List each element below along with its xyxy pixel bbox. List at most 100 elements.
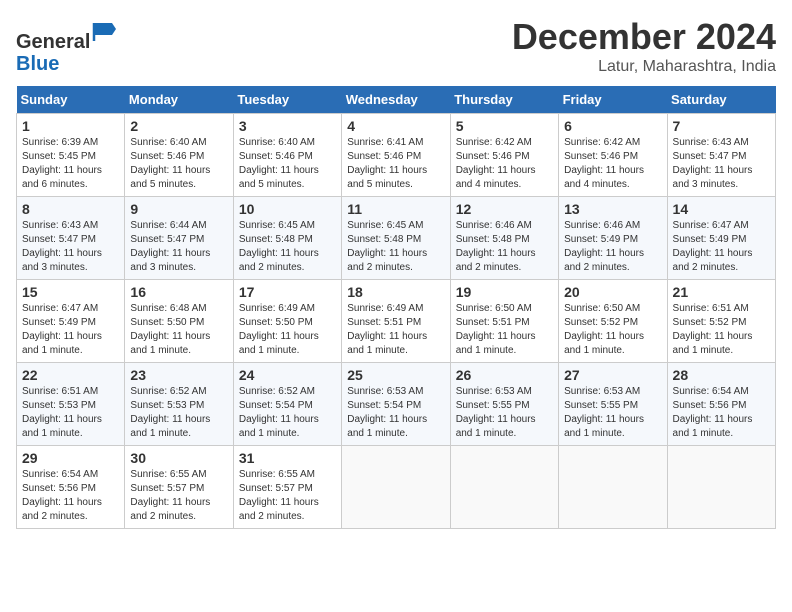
location: Latur, Maharashtra, India bbox=[512, 58, 776, 76]
calendar-week-row: 15 Sunrise: 6:47 AM Sunset: 5:49 PM Dayli… bbox=[17, 280, 776, 363]
logo-general: General bbox=[16, 31, 90, 53]
calendar-cell: 28Sunrise: 6:54 AM Sunset: 5:56 PM Dayli… bbox=[667, 363, 775, 446]
month-title: December 2024 bbox=[512, 16, 776, 58]
day-number: 11 bbox=[347, 201, 444, 217]
calendar-cell: 15 Sunrise: 6:47 AM Sunset: 5:49 PM Dayli… bbox=[17, 280, 125, 363]
weekday-header-tuesday: Tuesday bbox=[233, 86, 341, 114]
day-number: 25 bbox=[347, 367, 444, 383]
day-number: 15 bbox=[22, 284, 119, 300]
calendar-week-row: 29 Sunrise: 6:54 AM Sunset: 5:56 PM Dayli… bbox=[17, 446, 776, 529]
day-number: 9 bbox=[130, 201, 227, 217]
calendar-cell: 12 Sunrise: 6:46 AM Sunset: 5:48 PM Dayli… bbox=[450, 197, 558, 280]
calendar-cell: 22 Sunrise: 6:51 AM Sunset: 5:53 PM Dayli… bbox=[17, 363, 125, 446]
day-number: 6 bbox=[564, 118, 661, 134]
calendar-cell: 30Sunrise: 6:55 AM Sunset: 5:57 PM Dayli… bbox=[125, 446, 233, 529]
weekday-header-wednesday: Wednesday bbox=[342, 86, 450, 114]
day-number: 21 bbox=[673, 284, 770, 300]
weekday-header-saturday: Saturday bbox=[667, 86, 775, 114]
logo-flag-icon bbox=[92, 16, 124, 48]
day-number: 27 bbox=[564, 367, 661, 383]
calendar-cell bbox=[342, 446, 450, 529]
day-number: 18 bbox=[347, 284, 444, 300]
calendar-week-row: 1 Sunrise: 6:39 AM Sunset: 5:45 PM Daylig… bbox=[17, 114, 776, 197]
day-number: 23 bbox=[130, 367, 227, 383]
calendar-cell: 31 Sunrise: 6:55 AM Sunset: 5:57 PM Dayli… bbox=[233, 446, 341, 529]
calendar-cell bbox=[559, 446, 667, 529]
calendar-cell: 29 Sunrise: 6:54 AM Sunset: 5:56 PM Dayli… bbox=[17, 446, 125, 529]
calendar-cell: 8 Sunrise: 6:43 AM Sunset: 5:47 PM Daylig… bbox=[17, 197, 125, 280]
day-detail: Sunrise: 6:47 AM Sunset: 5:49 PM Dayligh… bbox=[22, 302, 119, 358]
day-number: 26 bbox=[456, 367, 553, 383]
day-detail: Sunrise: 6:46 AM Sunset: 5:49 PM Dayligh… bbox=[564, 219, 661, 275]
day-detail: Sunrise: 6:40 AM Sunset: 5:46 PM Dayligh… bbox=[130, 136, 227, 192]
day-detail: Sunrise: 6:43 AM Sunset: 5:47 PM Dayligh… bbox=[673, 136, 770, 192]
day-number: 2 bbox=[130, 118, 227, 134]
day-number: 12 bbox=[456, 201, 553, 217]
day-detail: Sunrise: 6:52 AM Sunset: 5:54 PM Dayligh… bbox=[239, 385, 336, 441]
day-detail: Sunrise: 6:43 AM Sunset: 5:47 PM Dayligh… bbox=[22, 219, 119, 275]
day-number: 24 bbox=[239, 367, 336, 383]
day-detail: Sunrise: 6:41 AM Sunset: 5:46 PM Dayligh… bbox=[347, 136, 444, 192]
calendar-cell: 21 Sunrise: 6:51 AM Sunset: 5:52 PM Dayli… bbox=[667, 280, 775, 363]
calendar-cell: 17 Sunrise: 6:49 AM Sunset: 5:50 PM Dayli… bbox=[233, 280, 341, 363]
logo-blue: Blue bbox=[16, 53, 59, 75]
calendar-week-row: 8 Sunrise: 6:43 AM Sunset: 5:47 PM Daylig… bbox=[17, 197, 776, 280]
day-number: 16 bbox=[130, 284, 227, 300]
day-detail: Sunrise: 6:55 AM Sunset: 5:57 PM Dayligh… bbox=[130, 468, 227, 524]
day-detail: Sunrise: 6:52 AM Sunset: 5:53 PM Dayligh… bbox=[130, 385, 227, 441]
day-detail: Sunrise: 6:53 AM Sunset: 5:55 PM Dayligh… bbox=[456, 385, 553, 441]
calendar-cell: 25Sunrise: 6:53 AM Sunset: 5:54 PM Dayli… bbox=[342, 363, 450, 446]
day-detail: Sunrise: 6:51 AM Sunset: 5:52 PM Dayligh… bbox=[673, 302, 770, 358]
calendar-cell: 3Sunrise: 6:40 AM Sunset: 5:46 PM Daylig… bbox=[233, 114, 341, 197]
calendar-cell bbox=[667, 446, 775, 529]
day-number: 7 bbox=[673, 118, 770, 134]
page-header: General Blue December 2024 Latur, Mahara… bbox=[16, 16, 776, 76]
day-number: 8 bbox=[22, 201, 119, 217]
day-number: 17 bbox=[239, 284, 336, 300]
day-number: 4 bbox=[347, 118, 444, 134]
calendar-cell: 27 Sunrise: 6:53 AM Sunset: 5:55 PM Dayli… bbox=[559, 363, 667, 446]
calendar-cell: 19Sunrise: 6:50 AM Sunset: 5:51 PM Dayli… bbox=[450, 280, 558, 363]
weekday-header-thursday: Thursday bbox=[450, 86, 558, 114]
day-detail: Sunrise: 6:53 AM Sunset: 5:55 PM Dayligh… bbox=[564, 385, 661, 441]
calendar-cell: 6Sunrise: 6:42 AM Sunset: 5:46 PM Daylig… bbox=[559, 114, 667, 197]
day-detail: Sunrise: 6:51 AM Sunset: 5:53 PM Dayligh… bbox=[22, 385, 119, 441]
day-number: 13 bbox=[564, 201, 661, 217]
weekday-header-monday: Monday bbox=[125, 86, 233, 114]
calendar-week-row: 22 Sunrise: 6:51 AM Sunset: 5:53 PM Dayli… bbox=[17, 363, 776, 446]
day-detail: Sunrise: 6:46 AM Sunset: 5:48 PM Dayligh… bbox=[456, 219, 553, 275]
day-number: 22 bbox=[22, 367, 119, 383]
day-number: 10 bbox=[239, 201, 336, 217]
calendar-cell: 26 Sunrise: 6:53 AM Sunset: 5:55 PM Dayli… bbox=[450, 363, 558, 446]
day-detail: Sunrise: 6:45 AM Sunset: 5:48 PM Dayligh… bbox=[239, 219, 336, 275]
day-detail: Sunrise: 6:39 AM Sunset: 5:45 PM Dayligh… bbox=[22, 136, 119, 192]
weekday-header-row: SundayMondayTuesdayWednesdayThursdayFrid… bbox=[17, 86, 776, 114]
calendar-cell: 2 Sunrise: 6:40 AM Sunset: 5:46 PM Daylig… bbox=[125, 114, 233, 197]
calendar-cell: 24 Sunrise: 6:52 AM Sunset: 5:54 PM Dayli… bbox=[233, 363, 341, 446]
day-number: 28 bbox=[673, 367, 770, 383]
day-number: 31 bbox=[239, 450, 336, 466]
calendar-cell: 1 Sunrise: 6:39 AM Sunset: 5:45 PM Daylig… bbox=[17, 114, 125, 197]
calendar-cell: 10 Sunrise: 6:45 AM Sunset: 5:48 PM Dayli… bbox=[233, 197, 341, 280]
day-number: 1 bbox=[22, 118, 119, 134]
day-detail: Sunrise: 6:49 AM Sunset: 5:50 PM Dayligh… bbox=[239, 302, 336, 358]
day-detail: Sunrise: 6:54 AM Sunset: 5:56 PM Dayligh… bbox=[22, 468, 119, 524]
day-detail: Sunrise: 6:50 AM Sunset: 5:51 PM Dayligh… bbox=[456, 302, 553, 358]
day-number: 29 bbox=[22, 450, 119, 466]
calendar-cell: 16Sunrise: 6:48 AM Sunset: 5:50 PM Dayli… bbox=[125, 280, 233, 363]
calendar-cell: 18Sunrise: 6:49 AM Sunset: 5:51 PM Dayli… bbox=[342, 280, 450, 363]
weekday-header-sunday: Sunday bbox=[17, 86, 125, 114]
day-number: 14 bbox=[673, 201, 770, 217]
calendar-cell: 13 Sunrise: 6:46 AM Sunset: 5:49 PM Dayli… bbox=[559, 197, 667, 280]
day-detail: Sunrise: 6:55 AM Sunset: 5:57 PM Dayligh… bbox=[239, 468, 336, 524]
day-number: 3 bbox=[239, 118, 336, 134]
day-detail: Sunrise: 6:45 AM Sunset: 5:48 PM Dayligh… bbox=[347, 219, 444, 275]
calendar-cell: 5Sunrise: 6:42 AM Sunset: 5:46 PM Daylig… bbox=[450, 114, 558, 197]
calendar-cell: 9Sunrise: 6:44 AM Sunset: 5:47 PM Daylig… bbox=[125, 197, 233, 280]
day-detail: Sunrise: 6:47 AM Sunset: 5:49 PM Dayligh… bbox=[673, 219, 770, 275]
weekday-header-friday: Friday bbox=[559, 86, 667, 114]
calendar-cell: 11 Sunrise: 6:45 AM Sunset: 5:48 PM Dayli… bbox=[342, 197, 450, 280]
calendar-cell: 4 Sunrise: 6:41 AM Sunset: 5:46 PM Daylig… bbox=[342, 114, 450, 197]
day-number: 20 bbox=[564, 284, 661, 300]
day-detail: Sunrise: 6:42 AM Sunset: 5:46 PM Dayligh… bbox=[456, 136, 553, 192]
